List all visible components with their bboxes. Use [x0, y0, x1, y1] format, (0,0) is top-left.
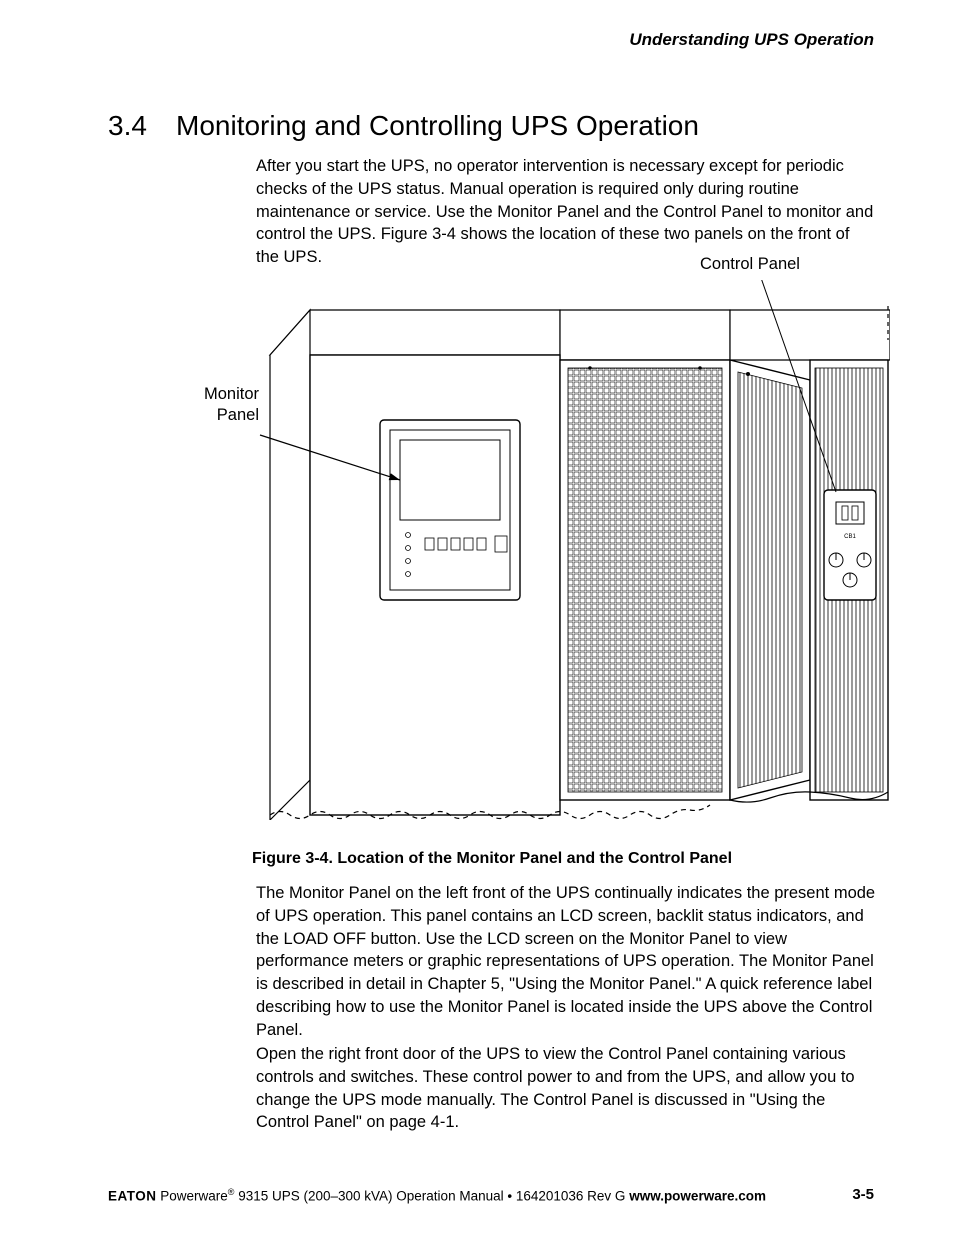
callout-monitor-panel-label: Monitor Panel	[191, 384, 259, 425]
footer-product-b: 9315 UPS (200–300 kVA) Operation Manual	[234, 1188, 503, 1203]
intro-paragraph: After you start the UPS, no operator int…	[256, 155, 876, 269]
page: Understanding UPS Operation 3.4 Monitori…	[0, 0, 954, 1235]
running-header: Understanding UPS Operation	[629, 30, 874, 50]
footer: EATON Powerware® 9315 UPS (200–300 kVA) …	[108, 1187, 876, 1204]
footer-docnum: 164201036 Rev G	[516, 1188, 629, 1203]
section-number: 3.4	[108, 110, 147, 142]
section-title: Monitoring and Controlling UPS Operation	[176, 110, 699, 142]
footer-product-a: Powerware	[157, 1188, 228, 1203]
footer-url: www.powerware.com	[629, 1188, 766, 1203]
callout-control-panel-label: Control Panel	[700, 255, 800, 274]
paragraph-2: The Monitor Panel on the left front of t…	[256, 882, 876, 1041]
ups-line-art: CB1	[250, 280, 890, 820]
figure-3-4: CB1	[250, 280, 890, 820]
page-number: 3-5	[852, 1186, 874, 1203]
footer-brand: EATON	[108, 1188, 157, 1203]
footer-sep: •	[504, 1188, 516, 1203]
cb1-label: CB1	[844, 534, 856, 540]
paragraph-3: Open the right front door of the UPS to …	[256, 1043, 876, 1134]
figure-caption: Figure 3-4. Location of the Monitor Pane…	[108, 850, 876, 868]
